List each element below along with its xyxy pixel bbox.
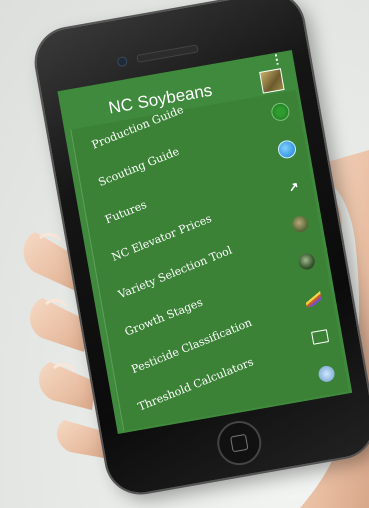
- nav-drawer: Production Guide Scouting Guide Futures …: [70, 89, 349, 432]
- soybean-photo-icon[interactable]: [259, 68, 285, 94]
- production-guide-icon: [269, 101, 291, 123]
- globe-icon: [276, 138, 298, 160]
- futures-chart-icon: ↗: [287, 178, 300, 195]
- nav-item-label: Futures: [103, 197, 149, 226]
- folder-icon: [310, 326, 331, 347]
- front-camera-icon: [116, 55, 129, 68]
- variety-photo-icon: [296, 251, 317, 272]
- elevator-photo-icon: [290, 214, 311, 235]
- phone-device: ⋮ NC Soybeans Production Guide Scouting …: [0, 0, 369, 508]
- home-button[interactable]: [213, 417, 265, 469]
- earpiece-speaker: [136, 44, 199, 63]
- growth-stages-icon: [303, 289, 324, 310]
- phone-body: ⋮ NC Soybeans Production Guide Scouting …: [31, 0, 369, 498]
- calculator-icon: [316, 363, 337, 384]
- app-screen: NC Soybeans Production Guide Scouting Gu…: [59, 61, 353, 435]
